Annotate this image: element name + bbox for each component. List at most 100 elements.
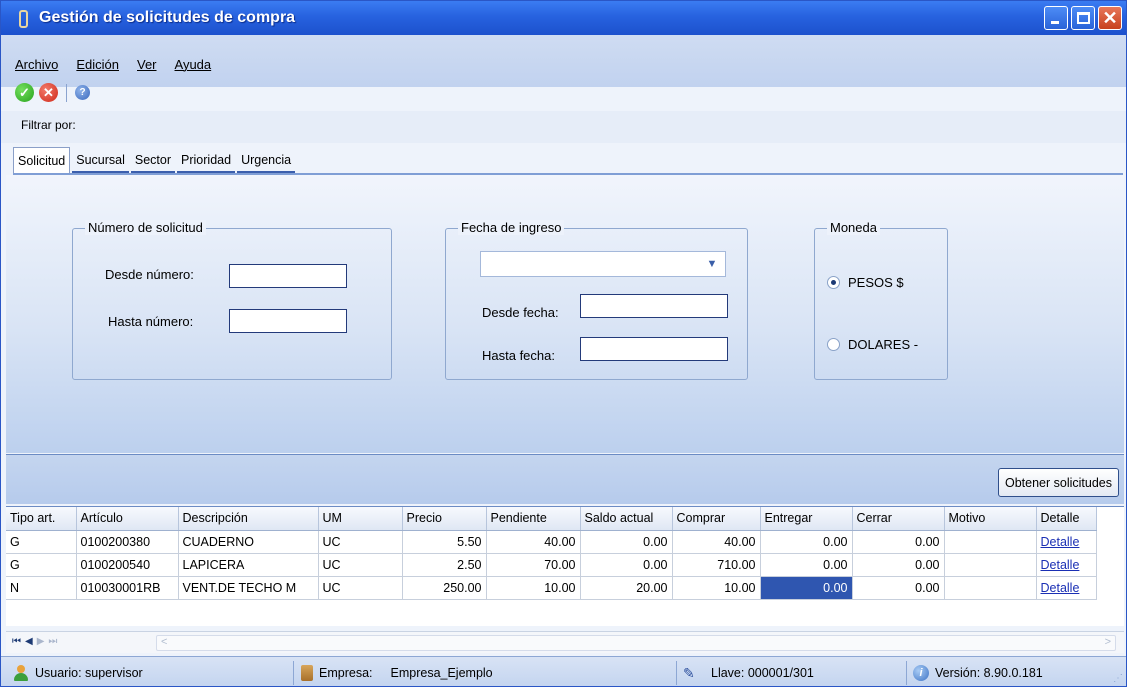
radio-button-selected[interactable] bbox=[827, 276, 840, 289]
table-cell[interactable]: VENT.DE TECHO M bbox=[178, 576, 319, 600]
detalle-link[interactable]: Detalle bbox=[1041, 581, 1080, 595]
status-version: i Versión: 8.90.0.181 bbox=[913, 663, 1043, 683]
toolbar: ✓ ✕ ? bbox=[15, 83, 90, 102]
table-cell[interactable]: 0.00 bbox=[852, 576, 945, 600]
table-cell[interactable]: 0.00 bbox=[760, 530, 853, 554]
table-cell[interactable]: 70.00 bbox=[486, 553, 581, 577]
table-cell[interactable] bbox=[944, 553, 1037, 577]
table-cell[interactable]: 10.00 bbox=[486, 576, 581, 600]
table-cell[interactable]: 0.00 bbox=[852, 530, 945, 554]
scroll-right-icon[interactable]: > bbox=[1105, 636, 1111, 648]
chevron-down-icon[interactable]: ▼ bbox=[702, 254, 722, 274]
last-record-icon[interactable]: ⏭ bbox=[48, 636, 57, 647]
table-cell[interactable]: 40.00 bbox=[486, 530, 581, 554]
record-navigator: ⏮ ◀ ▶ ⏭ < > bbox=[6, 631, 1124, 653]
desde-numero-input[interactable] bbox=[229, 264, 347, 288]
table-cell[interactable]: 0100200380 bbox=[76, 530, 179, 554]
fecha-combo[interactable] bbox=[480, 251, 726, 277]
menu-archivo[interactable]: Archivo bbox=[15, 57, 58, 72]
table-cell[interactable]: UC bbox=[318, 553, 403, 577]
table-cell[interactable]: 0.00 bbox=[580, 530, 673, 554]
tab-urgencia[interactable]: Urgencia bbox=[237, 147, 296, 173]
table-cell[interactable]: Detalle bbox=[1036, 530, 1097, 554]
detalle-link[interactable]: Detalle bbox=[1041, 558, 1080, 572]
hasta-numero-label: Hasta número: bbox=[108, 314, 194, 329]
column-header[interactable]: Comprar bbox=[672, 507, 761, 531]
help-icon[interactable]: ? bbox=[75, 85, 90, 100]
column-header[interactable]: Pendiente bbox=[486, 507, 581, 531]
table-cell[interactable]: G bbox=[6, 530, 77, 554]
table-cell[interactable]: 10.00 bbox=[672, 576, 761, 600]
table-row[interactable]: N 010030001RB VENT.DE TECHO M UC 250.00 10.00… bbox=[6, 576, 1097, 600]
table-row[interactable]: G 0100200380 CUADERNO UC 5.50 40.00 0.00 40.00 0… bbox=[6, 530, 1097, 554]
tab-prioridad[interactable]: Prioridad bbox=[177, 147, 236, 173]
table-row[interactable]: G 0100200540 LAPICERA UC 2.50 70.00 0.00 710.00… bbox=[6, 553, 1097, 577]
table-cell[interactable]: 0100200540 bbox=[76, 553, 179, 577]
radio-pesos[interactable]: PESOS $ bbox=[827, 275, 904, 290]
table-cell[interactable]: 40.00 bbox=[672, 530, 761, 554]
table-cell[interactable]: 250.00 bbox=[402, 576, 487, 600]
scroll-left-icon[interactable]: < bbox=[161, 636, 167, 648]
maximize-icon bbox=[1077, 12, 1090, 24]
table-cell[interactable]: 2.50 bbox=[402, 553, 487, 577]
close-button[interactable]: ✕ bbox=[1098, 6, 1122, 30]
ok-icon[interactable]: ✓ bbox=[15, 83, 34, 102]
tab-sucursal[interactable]: Sucursal bbox=[72, 147, 129, 173]
user-icon bbox=[13, 665, 29, 681]
column-header[interactable]: Entregar bbox=[760, 507, 853, 531]
table-cell[interactable]: LAPICERA bbox=[178, 553, 319, 577]
table-cell[interactable] bbox=[944, 530, 1037, 554]
table-cell[interactable]: Detalle bbox=[1036, 553, 1097, 577]
status-llave: ✎ Llave: 000001/301 bbox=[683, 663, 814, 683]
table-cell[interactable]: 0.00 bbox=[760, 553, 853, 577]
hasta-numero-input[interactable] bbox=[229, 309, 347, 333]
table-cell[interactable]: 0.00 bbox=[760, 576, 853, 600]
table-cell[interactable]: CUADERNO bbox=[178, 530, 319, 554]
column-header[interactable]: Tipo art. bbox=[6, 507, 77, 531]
hasta-fecha-input[interactable] bbox=[580, 337, 728, 361]
column-header[interactable]: Artículo bbox=[76, 507, 179, 531]
table-cell[interactable]: Detalle bbox=[1036, 576, 1097, 600]
column-header[interactable]: UM bbox=[318, 507, 403, 531]
minimize-icon bbox=[1051, 21, 1059, 24]
table-cell[interactable]: 5.50 bbox=[402, 530, 487, 554]
maximize-button[interactable] bbox=[1071, 6, 1095, 30]
menu-edicion[interactable]: Edición bbox=[76, 57, 119, 72]
radio-pesos-label: PESOS $ bbox=[848, 275, 904, 290]
table-cell[interactable]: UC bbox=[318, 576, 403, 600]
radio-button[interactable] bbox=[827, 338, 840, 351]
table-cell[interactable]: UC bbox=[318, 530, 403, 554]
column-header[interactable]: Cerrar bbox=[852, 507, 945, 531]
cancel-icon[interactable]: ✕ bbox=[39, 83, 58, 102]
previous-record-icon[interactable]: ◀ bbox=[25, 636, 33, 647]
title-bar[interactable]: Gestión de solicitudes de compra ✕ bbox=[1, 1, 1126, 35]
column-header[interactable]: Saldo actual bbox=[580, 507, 673, 531]
column-header[interactable]: Descripción bbox=[178, 507, 319, 531]
detalle-link[interactable]: Detalle bbox=[1041, 535, 1080, 549]
table-cell[interactable] bbox=[944, 576, 1037, 600]
table-cell[interactable]: 0.00 bbox=[852, 553, 945, 577]
table-cell[interactable]: N bbox=[6, 576, 77, 600]
desde-numero-label: Desde número: bbox=[105, 267, 194, 282]
next-record-icon[interactable]: ▶ bbox=[37, 636, 45, 647]
table-cell[interactable]: 20.00 bbox=[580, 576, 673, 600]
table-cell[interactable]: 710.00 bbox=[672, 553, 761, 577]
resize-grip-icon[interactable]: ⋰ bbox=[1113, 673, 1125, 685]
minimize-button[interactable] bbox=[1044, 6, 1068, 30]
desde-fecha-input[interactable] bbox=[580, 294, 728, 318]
table-cell[interactable]: 0.00 bbox=[580, 553, 673, 577]
column-header[interactable]: Detalle bbox=[1036, 507, 1097, 531]
table-cell[interactable]: G bbox=[6, 553, 77, 577]
column-header[interactable]: Motivo bbox=[944, 507, 1037, 531]
menu-ver[interactable]: Ver bbox=[137, 57, 157, 72]
radio-dolares-label: DOLARES - bbox=[848, 337, 919, 352]
table-cell[interactable]: 010030001RB bbox=[76, 576, 179, 600]
tab-sector[interactable]: Sector bbox=[130, 147, 176, 173]
radio-dolares[interactable]: DOLARES - bbox=[827, 337, 918, 352]
column-header[interactable]: Precio bbox=[402, 507, 487, 531]
menu-ayuda[interactable]: Ayuda bbox=[175, 57, 212, 72]
first-record-icon[interactable]: ⏮ bbox=[12, 636, 21, 647]
tab-solicitud[interactable]: Solicitud bbox=[13, 147, 71, 173]
horizontal-scrollbar[interactable]: < > bbox=[156, 635, 1116, 651]
obtener-solicitudes-button[interactable]: Obtener solicitudes bbox=[997, 468, 1119, 497]
